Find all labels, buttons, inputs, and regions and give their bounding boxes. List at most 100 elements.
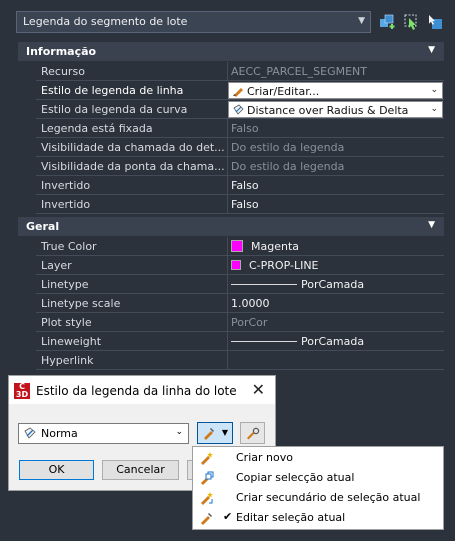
create-child-icon [200,491,214,505]
column-divider [227,119,228,138]
prop-label: Invertido [41,198,91,211]
prop-value: PorCamada [301,278,365,291]
column-divider [227,351,228,370]
column-divider [227,195,228,214]
chevron-down-icon: ▼ [221,428,228,437]
selection-toolbar: Legenda do segmento de lote ▼ [16,10,446,36]
close-icon[interactable]: ✕ [252,380,265,399]
prop-value: AECC_PARCEL_SEGMENT [231,65,367,78]
prop-row-line-label-style[interactable]: Estilo de legenda de linha Criar/Editar.… [36,81,444,100]
edit-style-button[interactable] [240,422,265,444]
label-style-icon [232,104,245,116]
menu-item-edit-current[interactable]: ✔ Editar seleção atual [194,508,442,528]
chevron-down-icon: ⌄ [430,85,438,95]
menu-item-label: Copiar selecção atual [236,471,355,484]
section-title: Informação [26,45,97,58]
prop-label: Hyperlink [41,354,94,367]
add-selection-icon[interactable] [379,13,396,30]
prop-value: 1.0000 [231,297,270,310]
prop-label: Recurso [41,65,85,78]
checkmark-icon: ✔ [223,510,233,523]
prop-row-plot-style: Plot style PorCor [36,313,444,332]
dialog-title: Estilo da legenda da linha do lote [36,384,237,398]
prop-row-lineweight[interactable]: Lineweight PorCamada [36,332,444,351]
prop-row-linetype[interactable]: Linetype PorCamada [36,275,444,294]
prop-value: Magenta [251,240,300,253]
prop-value: Falso [231,179,259,192]
prop-label: Linetype [41,278,89,291]
prop-value: Falso [231,198,259,211]
label-style-icon [23,427,37,440]
prop-label: Visibilidade da ponta da chama... [41,160,225,173]
prop-label: Layer [41,259,72,272]
collapse-caret-icon[interactable]: ▼ [428,220,435,230]
prop-row-label-pinned: Legenda está fixada Falso [36,119,444,138]
style-select-dropdown[interactable]: Norma ⌄ [18,423,189,444]
prop-label: Visibilidade da chamada do det... [41,141,225,154]
prop-row-curve-label-style[interactable]: Estilo da legenda da curva Distance over… [36,100,444,119]
section-title: Geral [26,220,60,233]
menu-item-label: Criar novo [236,451,293,464]
edit-style-icon [202,427,216,440]
object-type-value: Legenda do segmento de lote [23,15,188,28]
column-divider [227,157,228,176]
linetype-preview [231,284,297,285]
style-select-value: Norma [41,427,78,440]
menu-item-create-child[interactable]: Criar secundário de seleção atual [194,488,442,508]
toggle-pickadd-icon[interactable] [427,13,444,30]
quick-select-icon[interactable] [403,13,420,30]
copy-style-icon [200,471,214,485]
layer-color-swatch [231,260,241,270]
prop-row-layer[interactable]: Layer C-PROP-LINE [36,256,444,275]
column-divider [227,275,228,294]
prop-row-inverted-2[interactable]: Invertido Falso [36,195,444,214]
prop-row-true-color[interactable]: True Color Magenta [36,237,444,256]
prop-label: Legenda está fixada [41,122,153,135]
object-type-dropdown[interactable]: Legenda do segmento de lote ▼ [16,11,371,33]
prop-label: Lineweight [41,335,102,348]
prop-row-linetype-scale[interactable]: Linetype scale 1.0000 [36,294,444,313]
create-new-icon [200,451,214,465]
prop-value: Falso [231,122,259,135]
edit-style-icon [200,511,214,525]
prop-value: Distance over Radius & Delta [247,104,409,117]
prop-row-inverted-1[interactable]: Invertido Falso [36,176,444,195]
column-divider [227,332,228,351]
prop-value: C-PROP-LINE [249,259,319,272]
cancel-button[interactable]: Cancelar [102,460,179,480]
column-divider [227,294,228,313]
civil3d-app-icon: C 3D [14,382,30,399]
column-divider [227,176,228,195]
prop-value: PorCamada [301,335,365,348]
prop-value: Do estilo da legenda [231,141,345,154]
column-divider [227,313,228,332]
chevron-down-icon: ▼ [358,16,365,26]
prop-value: Criar/Editar... [247,85,320,98]
menu-item-copy-current[interactable]: Copiar selecção atual [194,468,442,488]
menu-item-create-new[interactable]: Criar novo [194,448,442,468]
chevron-down-icon: ⌄ [430,104,438,114]
prop-label: Plot style [41,316,92,329]
menu-item-label: Editar seleção atual [236,511,346,524]
prop-label: Invertido [41,179,91,192]
collapse-caret-icon[interactable]: ▼ [428,45,435,55]
prop-value: Do estilo da legenda [231,160,345,173]
prop-label: True Color [41,240,97,253]
prop-value: PorCor [231,316,268,329]
prop-row-resource: Recurso AECC_PARCEL_SEGMENT [36,62,444,81]
style-actions-split-button[interactable]: ▼ [197,422,233,444]
column-divider [227,237,228,256]
edit-style-icon [232,85,245,97]
ok-button[interactable]: OK [19,460,94,480]
prop-label: Estilo da legenda da curva [41,103,188,116]
pencil-magnifier-icon [246,427,260,440]
menu-item-label: Criar secundário de seleção atual [236,491,421,504]
prop-row-hyperlink[interactable]: Hyperlink [36,351,444,370]
curve-label-style-dropdown[interactable]: Distance over Radius & Delta ⌄ [228,101,443,118]
prop-label: Linetype scale [41,297,121,310]
line-label-style-dropdown[interactable]: Criar/Editar... ⌄ [228,82,443,99]
prop-row-callout-visibility: Visibilidade da chamada do det... Do est… [36,138,444,157]
section-general-header[interactable]: Geral ▼ [18,217,444,236]
section-info-header[interactable]: Informação ▼ [18,42,444,61]
dialog-titlebar: C 3D Estilo da legenda da linha do lote … [9,376,275,404]
